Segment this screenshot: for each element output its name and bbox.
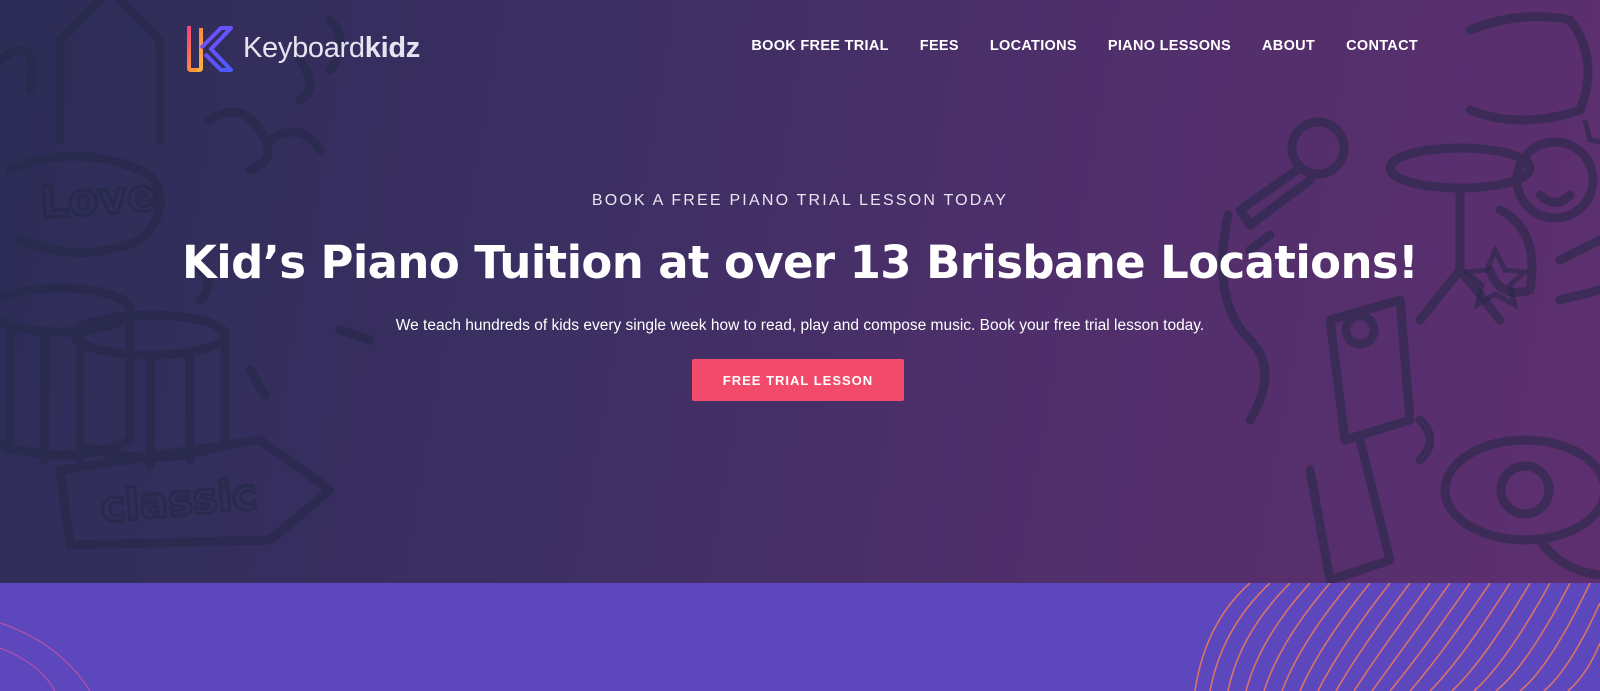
logo-link[interactable]: Keyboardkidz xyxy=(183,22,420,74)
hero-eyebrow: BOOK A FREE PIANO TRIAL LESSON TODAY xyxy=(591,192,1009,209)
doodle-word-classic: classic xyxy=(98,469,259,531)
logo-text-bold: kidz xyxy=(364,31,421,64)
main-nav: BOOK FREE TRIAL FEES LOCATIONS PIANO LES… xyxy=(751,38,1418,54)
hero-section: Love classic Keyboardkidz BOOK FREE TRIA… xyxy=(0,0,1600,583)
nav-contact[interactable]: CONTACT xyxy=(1346,38,1418,54)
logo-wordmark: Keyboardkidz xyxy=(243,31,421,64)
hero-subtext: We teach hundreds of kids every single w… xyxy=(395,317,1205,334)
hero-headline: Kid’s Piano Tuition at over 13 Brisbane … xyxy=(182,236,1419,289)
free-trial-lesson-button[interactable]: FREE TRIAL LESSON xyxy=(692,359,904,401)
keyboardkidz-logo-icon xyxy=(187,26,233,72)
logo-text-regular: Keyboard xyxy=(243,31,365,64)
purple-band-section xyxy=(0,583,1600,691)
nav-fees[interactable]: FEES xyxy=(920,38,959,54)
nav-book-free-trial[interactable]: BOOK FREE TRIAL xyxy=(751,38,888,54)
nav-about[interactable]: ABOUT xyxy=(1262,38,1315,54)
nav-piano-lessons[interactable]: PIANO LESSONS xyxy=(1108,38,1231,54)
doodle-background: Love classic xyxy=(0,0,1600,583)
page: Love classic Keyboardkidz BOOK FREE TRIA… xyxy=(0,0,1600,691)
nav-locations[interactable]: LOCATIONS xyxy=(990,38,1077,54)
band-line-art xyxy=(0,583,1600,691)
